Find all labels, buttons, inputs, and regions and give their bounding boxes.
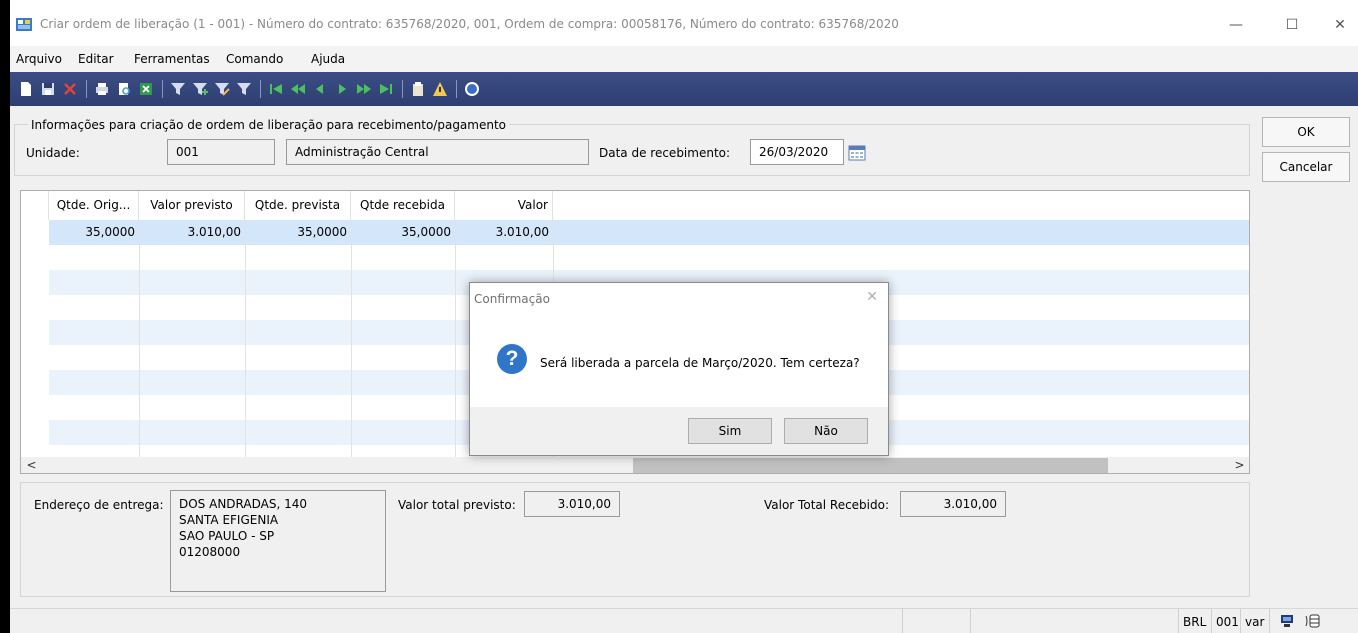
address-line: DOS ANDRADAS, 140 <box>179 497 307 511</box>
previous-record-icon[interactable] <box>312 81 328 97</box>
unidade-name-field: Administração Central <box>286 139 589 165</box>
menu-editar[interactable]: Editar <box>78 52 114 66</box>
cell-valor: 3.010,00 <box>495 225 549 239</box>
help-icon[interactable] <box>464 81 480 97</box>
title-bar: Criar ordem de liberação (1 - 001) - Núm… <box>10 0 1358 46</box>
scroll-left-icon[interactable]: < <box>23 457 40 473</box>
cell-qtde-prevista: 35,0000 <box>297 225 347 239</box>
endereco-label: Endereço de entrega: <box>34 498 164 512</box>
no-button[interactable]: Não <box>784 418 868 444</box>
window-title: Criar ordem de liberação (1 - 001) - Núm… <box>40 17 899 31</box>
column-divider <box>245 220 246 458</box>
table-row[interactable]: 35,0000 3.010,00 35,0000 35,0000 3.010,0… <box>49 220 1249 245</box>
previous-page-icon[interactable] <box>290 81 306 97</box>
unidade-code-field[interactable]: 001 <box>167 139 275 165</box>
close-button[interactable]: ✕ <box>1320 10 1358 40</box>
question-icon: ? <box>497 344 527 374</box>
endereco-field: DOS ANDRADAS, 140 SANTA EFIGENIA SAO PAU… <box>170 490 386 592</box>
last-record-icon[interactable] <box>378 81 394 97</box>
ok-button[interactable]: OK <box>1262 117 1350 147</box>
clipboard-icon[interactable] <box>410 81 426 97</box>
computer-icon <box>1280 614 1294 628</box>
filter-add-icon[interactable] <box>192 81 208 97</box>
dialog-footer: Sim Não <box>470 407 888 455</box>
scroll-right-icon[interactable]: > <box>1231 457 1248 473</box>
status-mode: var <box>1245 615 1265 629</box>
print-icon[interactable] <box>94 81 110 97</box>
status-divider <box>970 609 971 633</box>
confirmation-dialog: Confirmação ✕ ? Será liberada a parcela … <box>469 282 889 456</box>
toolbar-separator <box>402 80 403 98</box>
maximize-button[interactable]: ☐ <box>1272 10 1312 40</box>
address-line: SANTA EFIGENIA <box>179 513 279 527</box>
menu-arquivo[interactable]: Arquivo <box>16 52 62 66</box>
data-recebimento-label: Data de recebimento: <box>599 146 731 160</box>
alert-icon[interactable] <box>432 81 448 97</box>
column-divider <box>139 220 140 458</box>
valor-previsto-label: Valor total previsto: <box>398 498 516 512</box>
valor-recebido-field: 3.010,00 <box>900 491 1006 517</box>
dialog-title: Confirmação <box>474 292 550 306</box>
valor-recebido-label: Valor Total Recebido: <box>764 498 890 512</box>
scrollbar-thumb[interactable] <box>633 458 1108 473</box>
valor-previsto-field: 3.010,00 <box>524 491 620 517</box>
menu-bar: Arquivo Editar Ferramentas Comando Ajuda <box>10 46 1358 72</box>
next-page-icon[interactable] <box>356 81 372 97</box>
export-excel-icon[interactable] <box>138 81 154 97</box>
col-qtde-orig[interactable]: Qtde. Orig... <box>49 191 139 220</box>
column-divider <box>455 220 456 458</box>
status-currency: BRL <box>1183 615 1207 629</box>
status-unit: 001 <box>1216 615 1239 629</box>
toolbar-separator <box>456 80 457 98</box>
toolbar-separator <box>86 80 87 98</box>
address-line: SAO PAULO - SP <box>179 529 275 543</box>
cell-valor-previsto: 3.010,00 <box>187 225 241 239</box>
horizontal-scrollbar[interactable]: < > <box>21 457 1249 473</box>
menu-ferramentas[interactable]: Ferramentas <box>134 52 210 66</box>
grid-header: Qtde. Orig... Valor previsto Qtde. previ… <box>21 191 1249 220</box>
dialog-message: Será liberada a parcela de Março/2020. T… <box>540 356 860 370</box>
col-valor[interactable]: Valor <box>455 191 553 220</box>
status-divider <box>1211 609 1212 633</box>
status-divider <box>1178 609 1179 633</box>
cell-qtde-orig: 35,0000 <box>85 225 135 239</box>
toolbar-separator <box>162 80 163 98</box>
first-record-icon[interactable] <box>268 81 284 97</box>
filter-icon[interactable] <box>170 81 186 97</box>
filter-edit-icon[interactable] <box>214 81 230 97</box>
main-window: Criar ordem de liberação (1 - 001) - Núm… <box>10 0 1358 633</box>
yes-button[interactable]: Sim <box>688 418 772 444</box>
new-icon[interactable] <box>18 81 34 97</box>
menu-ajuda[interactable]: Ajuda <box>311 52 345 66</box>
cell-qtde-recebida: 35,0000 <box>401 225 451 239</box>
col-qtde-prevista[interactable]: Qtde. prevista <box>245 191 351 220</box>
status-divider <box>1269 609 1270 633</box>
col-valor-previsto[interactable]: Valor previsto <box>139 191 245 220</box>
filter-clear-icon[interactable] <box>236 81 252 97</box>
toolbar-separator <box>260 80 261 98</box>
data-recebimento-field[interactable]: 26/03/2020 <box>750 139 844 165</box>
toolbar <box>10 72 1358 106</box>
dialog-close-icon[interactable]: ✕ <box>866 289 878 305</box>
status-bar: BRL 001 var <box>10 608 1358 633</box>
address-line: 01208000 <box>179 545 241 559</box>
app-icon <box>16 18 32 31</box>
calendar-icon[interactable] <box>848 145 866 161</box>
column-divider <box>351 220 352 458</box>
unidade-label: Unidade: <box>26 146 80 160</box>
cancel-button[interactable]: Cancelar <box>1262 152 1350 182</box>
minimize-button[interactable]: — <box>1216 10 1256 40</box>
database-icon <box>1304 614 1320 628</box>
save-icon[interactable] <box>40 81 56 97</box>
next-record-icon[interactable] <box>334 81 350 97</box>
delete-icon[interactable] <box>62 81 78 97</box>
status-divider <box>1240 609 1241 633</box>
menu-comando[interactable]: Comando <box>226 52 283 66</box>
status-divider <box>902 609 903 633</box>
print-preview-icon[interactable] <box>116 81 132 97</box>
col-qtde-recebida[interactable]: Qtde recebida <box>351 191 455 220</box>
empty-row <box>49 245 1249 270</box>
group-title: Informações para criação de ordem de lib… <box>28 118 510 132</box>
grid-row-indicator-header <box>21 191 49 220</box>
